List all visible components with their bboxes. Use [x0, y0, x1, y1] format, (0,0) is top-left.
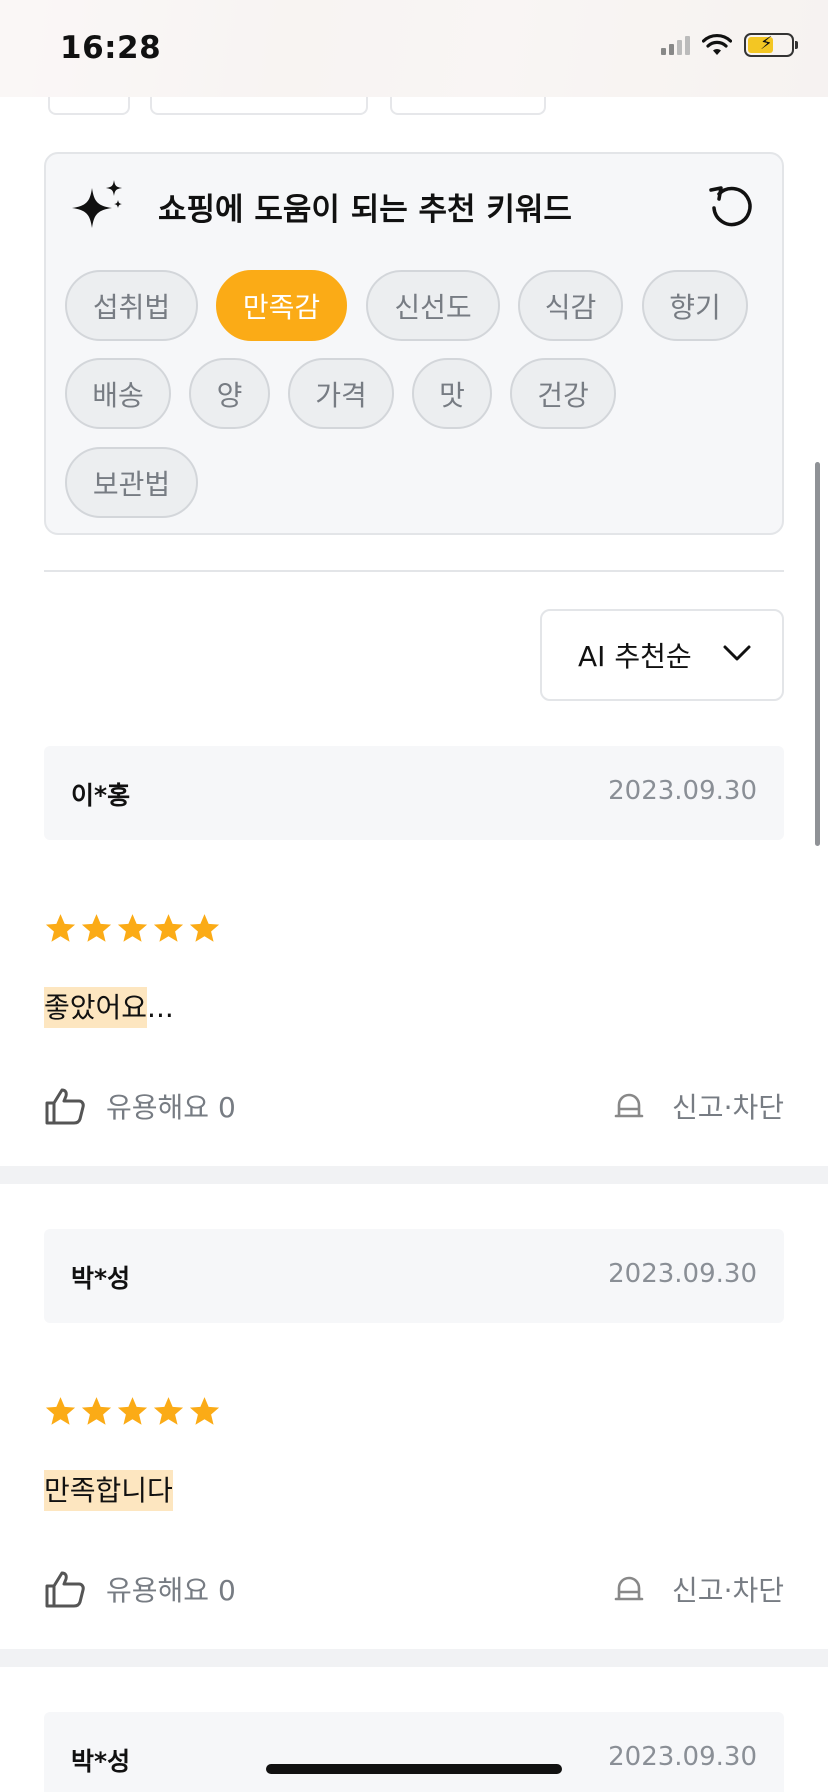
review-date: 2023.09.30 [608, 1259, 757, 1289]
review-actions: 유용해요 0 신고·차단 [44, 1086, 784, 1126]
review-date: 2023.09.30 [608, 1742, 757, 1772]
review-date: 2023.09.30 [608, 776, 757, 806]
keyword-chip[interactable]: 섭취법 [65, 270, 198, 341]
keyword-chip[interactable]: 향기 [642, 270, 748, 341]
keyword-highlight: 좋았어요 [44, 987, 148, 1028]
review-actions: 유용해요 0 신고·차단 [44, 1569, 784, 1609]
review-item: 박*성 2023.09.30 만족합니다 유용해요 0 신고·차단 [0, 1229, 828, 1649]
status-bar: 16:28 ⚡ [0, 0, 828, 97]
report-block-label: 신고·차단 [672, 1091, 784, 1124]
star-icon [117, 1397, 148, 1425]
chevron-down-icon [723, 645, 751, 661]
star-icon [189, 1397, 220, 1425]
star-icon [81, 914, 112, 942]
report-block-button[interactable]: 신고·차단 [614, 1569, 784, 1609]
keyword-card-title: 쇼핑에 도움이 되는 추천 키워드 [158, 191, 572, 228]
reviewer-name: 박*성 [71, 1264, 131, 1293]
keyword-chip-active[interactable]: 만족감 [216, 270, 347, 341]
thumbs-up-icon [45, 1088, 85, 1125]
helpful-button[interactable]: 유용해요 0 [44, 1086, 236, 1126]
review-header: 박*성 2023.09.30 [44, 1712, 784, 1792]
star-icon [45, 1397, 76, 1425]
star-icon [81, 1397, 112, 1425]
review-separator [0, 1166, 828, 1184]
keyword-chip[interactable]: 건강 [510, 358, 616, 429]
helpful-label: 유용해요 0 [106, 1091, 236, 1124]
alarm-bell-icon [614, 1576, 644, 1601]
keyword-chip[interactable]: 식감 [518, 270, 623, 341]
ai-sparkle-icon [72, 180, 122, 228]
report-block-label: 신고·차단 [672, 1574, 784, 1607]
keyword-highlight: 만족합니다 [44, 1470, 173, 1511]
star-icon [153, 1397, 184, 1425]
reviewer-name: 이*홍 [71, 781, 131, 810]
section-divider [44, 570, 784, 572]
review-item: 박*성 2023.09.30 [0, 1712, 828, 1792]
review-header: 이*홍 2023.09.30 [44, 746, 784, 840]
keyword-chip[interactable]: 양 [189, 358, 270, 429]
status-icons: ⚡ [661, 33, 798, 57]
keyword-chip[interactable]: 신선도 [366, 270, 500, 341]
keyword-recommendation-card: 쇼핑에 도움이 되는 추천 키워드 섭취법 만족감 신선도 식감 향기 배송 양… [44, 152, 784, 535]
review-separator [0, 1649, 828, 1667]
review-text[interactable]: 만족합니다 [44, 1469, 173, 1511]
battery-charging-icon: ⚡ [744, 33, 798, 57]
star-icon [117, 914, 148, 942]
helpful-button[interactable]: 유용해요 0 [44, 1569, 236, 1609]
star-icon [153, 914, 184, 942]
star-rating [44, 1395, 221, 1428]
reviewer-name: 박*성 [71, 1747, 131, 1776]
review-item: 이*홍 2023.09.30 좋았어요... 유용해요 0 신고·차단 [0, 746, 828, 1166]
star-icon [45, 914, 76, 942]
previous-filter-row-edge [0, 97, 828, 117]
review-text-ellipsis: ... [147, 991, 174, 1024]
keyword-chip[interactable]: 가격 [288, 358, 394, 429]
sort-dropdown[interactable]: AI 추천순 [540, 609, 784, 701]
star-icon [189, 914, 220, 942]
keyword-chip[interactable]: 배송 [65, 358, 171, 429]
home-indicator[interactable] [266, 1764, 562, 1774]
review-text[interactable]: 좋았어요... [44, 986, 174, 1028]
review-header: 박*성 2023.09.30 [44, 1229, 784, 1323]
keyword-chip[interactable]: 맛 [412, 358, 492, 429]
refresh-icon[interactable] [706, 180, 758, 232]
star-rating [44, 912, 221, 945]
sort-dropdown-label: AI 추천순 [578, 640, 692, 673]
status-time: 16:28 [60, 30, 162, 66]
alarm-bell-icon [614, 1093, 644, 1118]
thumbs-up-icon [45, 1571, 85, 1608]
scrollbar[interactable] [815, 462, 820, 846]
cellular-signal-icon [661, 35, 690, 55]
keyword-card-header: 쇼핑에 도움이 되는 추천 키워드 [70, 178, 758, 234]
report-block-button[interactable]: 신고·차단 [614, 1086, 784, 1126]
wifi-icon [702, 34, 732, 55]
keyword-chip[interactable]: 보관법 [65, 447, 198, 518]
helpful-label: 유용해요 0 [106, 1574, 236, 1607]
